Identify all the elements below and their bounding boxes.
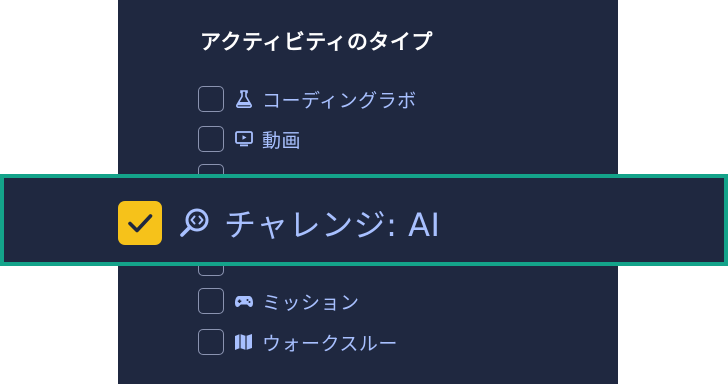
magnifier-code-icon <box>178 206 212 240</box>
filter-item-walkthrough[interactable]: ウォークスルー <box>198 327 398 357</box>
filter-item-mission[interactable]: ミッション <box>198 286 360 316</box>
filter-item-label: チャレンジ: AI <box>224 206 441 244</box>
filter-item-coding-lab[interactable]: コーディングラボ <box>198 84 417 114</box>
checkbox[interactable] <box>198 329 224 355</box>
gamepad-icon <box>234 291 254 311</box>
video-icon <box>234 129 254 149</box>
filter-item-label: ミッション <box>262 291 360 314</box>
checkbox[interactable] <box>198 86 224 112</box>
filter-item-label: ウォークスルー <box>262 332 398 355</box>
checkmark-icon <box>128 214 153 233</box>
filter-item-challenge-ai-highlight[interactable]: チャレンジ: AI <box>0 174 728 266</box>
filter-item-label: コーディングラボ <box>262 89 417 112</box>
filter-heading: アクティビティのタイプ <box>200 30 433 54</box>
flask-icon <box>234 89 254 109</box>
filter-item-label: 動画 <box>262 129 302 152</box>
checkbox-checked[interactable] <box>118 201 162 245</box>
map-icon <box>234 332 254 352</box>
checkbox[interactable] <box>198 126 224 152</box>
filter-item-video[interactable]: 動画 <box>198 124 301 154</box>
checkbox[interactable] <box>198 288 224 314</box>
